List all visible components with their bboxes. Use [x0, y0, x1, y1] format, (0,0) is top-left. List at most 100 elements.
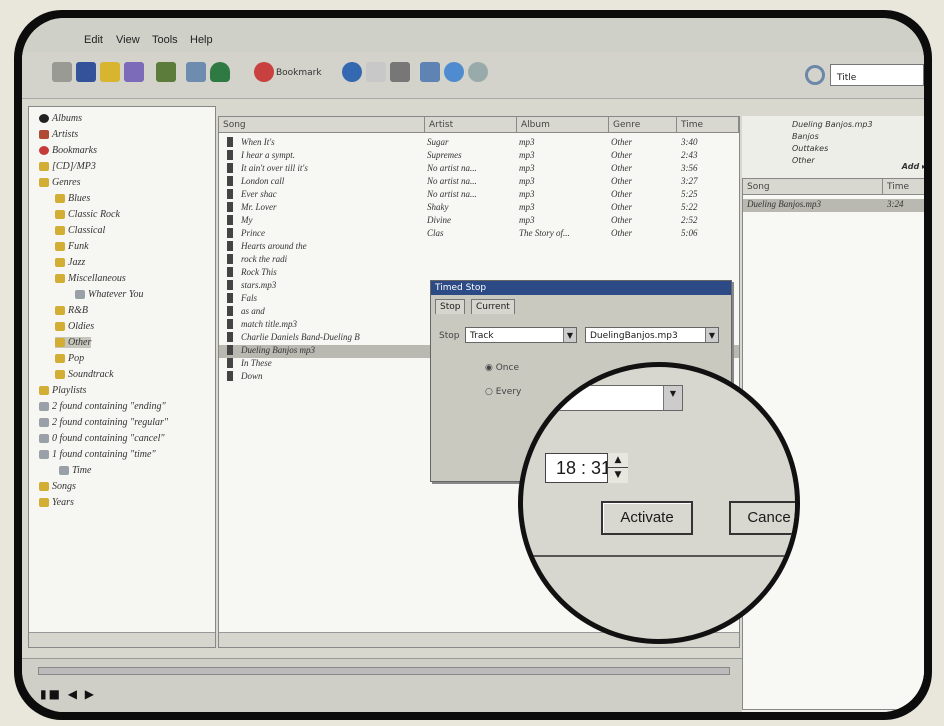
playlist-row[interactable]: Dueling Banjos.mp3 3:24	[743, 199, 924, 212]
time-spinner[interactable]: ▲ ▼	[607, 453, 628, 483]
column-header-genre[interactable]: Genre	[609, 117, 677, 133]
checkbox-icon[interactable]	[227, 332, 233, 342]
shield-icon[interactable]	[210, 62, 230, 82]
column-header-album[interactable]: Album	[517, 117, 609, 133]
stop-type-select[interactable]: Track ▼	[465, 327, 577, 343]
checkbox-icon[interactable]	[227, 371, 233, 381]
tree-item-rnb[interactable]: R&B	[55, 305, 88, 316]
tree-item-songs[interactable]: Songs	[39, 481, 76, 492]
table-row[interactable]: Mr. Lover Shaky mp3 Other 5:22	[219, 202, 739, 215]
table-row[interactable]: London call No artist na... mp3 Other 3:27	[219, 176, 739, 189]
menu-tools[interactable]: Tools	[152, 34, 178, 46]
heart-icon[interactable]	[254, 62, 274, 82]
search-box[interactable]: Title	[805, 64, 924, 86]
table-row[interactable]: I hear a sympt. Supremes mp3 Other 2:43	[219, 150, 739, 163]
activate-button[interactable]: Activate	[601, 501, 693, 535]
checkbox-icon[interactable]	[227, 163, 233, 173]
tree-item-soundtrack[interactable]: Soundtrack	[55, 369, 114, 380]
checkbox-icon[interactable]	[227, 358, 233, 368]
column-header-time[interactable]: Time	[677, 117, 739, 133]
tree-item-search-regular[interactable]: 2 found containing "regular"	[39, 417, 168, 428]
tree-item-oldies[interactable]: Oldies	[55, 321, 94, 332]
tree-item-search-ending[interactable]: 2 found containing "ending"	[39, 401, 166, 412]
checkbox-icon[interactable]	[227, 293, 233, 303]
tree-item-pop[interactable]: Pop	[55, 353, 84, 364]
radio-once[interactable]: ◉ Once	[485, 363, 519, 373]
table-row[interactable]: Prince Clas The Story of... Other 5:06	[219, 228, 739, 241]
menu-view[interactable]: View	[116, 34, 140, 46]
checkbox-icon[interactable]	[227, 280, 233, 290]
grid-icon[interactable]	[420, 62, 440, 82]
interval-select[interactable]: ▼	[553, 385, 683, 411]
checkbox-icon[interactable]	[227, 267, 233, 277]
checkbox-icon[interactable]	[227, 150, 233, 160]
spin-down-icon[interactable]: ▼	[608, 468, 628, 482]
tree-item-search-time[interactable]: 1 found containing "time"	[39, 449, 156, 460]
search-input[interactable]: Title	[831, 73, 856, 83]
cut-icon[interactable]	[390, 62, 410, 82]
bookmark-label[interactable]: Bookmark	[276, 68, 322, 78]
users-icon[interactable]	[124, 62, 144, 82]
spin-up-icon[interactable]: ▲	[608, 453, 628, 468]
tree-item-search-cancel[interactable]: 0 found containing "cancel"	[39, 433, 165, 444]
table-row[interactable]: When It's Sugar mp3 Other 3:40	[219, 137, 739, 150]
checkbox-icon[interactable]	[227, 241, 233, 251]
tree-item-playlists[interactable]: Playlists	[39, 385, 86, 396]
menu-edit[interactable]: Edit	[84, 34, 103, 46]
tab-stop[interactable]: Stop	[435, 299, 466, 314]
table-row[interactable]: My Divine mp3 Other 2:52	[219, 215, 739, 228]
table-row[interactable]: It ain't over till it's No artist na... mp…	[219, 163, 739, 176]
tree-item-cd[interactable]: [CD]/MP3	[39, 161, 96, 172]
cancel-button[interactable]: Cance	[729, 501, 795, 535]
table-row[interactable]: Hearts around the	[219, 241, 739, 254]
checkbox-icon[interactable]	[227, 306, 233, 316]
copy-icon[interactable]	[366, 62, 386, 82]
track-select[interactable]: DuelingBanjos.mp3 ▼	[585, 327, 719, 343]
checkbox-icon[interactable]	[227, 137, 233, 147]
tree-item-whatever-you[interactable]: Whatever You	[75, 289, 143, 300]
tree-item-years[interactable]: Years	[39, 497, 74, 508]
undo-icon[interactable]	[342, 62, 362, 82]
table-row[interactable]: rock the radi	[219, 254, 739, 267]
tree-item-jazz[interactable]: Jazz	[55, 257, 85, 268]
tree-item-funk[interactable]: Funk	[55, 241, 89, 252]
window-icon[interactable]	[186, 62, 206, 82]
folder-icon[interactable]	[100, 62, 120, 82]
playback-buttons[interactable]: ▮■ ◀ ▶	[40, 687, 96, 701]
refresh-icon[interactable]	[156, 62, 176, 82]
checkbox-icon[interactable]	[227, 215, 233, 225]
checkbox-icon[interactable]	[227, 176, 233, 186]
checkbox-icon[interactable]	[227, 189, 233, 199]
column-header-artist[interactable]: Artist	[425, 117, 517, 133]
tree-item-other[interactable]: Other	[55, 337, 92, 348]
table-row[interactable]: Ever shac No artist na... mp3 Other 5:25	[219, 189, 739, 202]
checkbox-icon[interactable]	[227, 254, 233, 264]
radio-every[interactable]: ○ Every	[485, 387, 521, 397]
checkbox-icon[interactable]	[227, 319, 233, 329]
checkbox-icon[interactable]	[227, 202, 233, 212]
new-icon[interactable]	[52, 62, 72, 82]
tab-current[interactable]: Current	[471, 299, 515, 314]
help-icon[interactable]	[444, 62, 464, 82]
settings-icon[interactable]	[468, 62, 488, 82]
column-header-time[interactable]: Time	[883, 179, 924, 195]
tree-item-classic-rock[interactable]: Classic Rock	[55, 209, 120, 220]
tree-item-artists[interactable]: Artists	[39, 129, 78, 140]
tree-item-albums[interactable]: Albums	[39, 113, 82, 124]
tree-item-genres[interactable]: Genres	[39, 177, 81, 188]
menu-help[interactable]: Help	[190, 34, 213, 46]
save-icon[interactable]	[76, 62, 96, 82]
table-row[interactable]: Rock This	[219, 267, 739, 280]
tree-scrollbar[interactable]	[29, 632, 215, 647]
tree-item-classical[interactable]: Classical	[55, 225, 105, 236]
column-header-song[interactable]: Song	[219, 117, 425, 133]
checkbox-icon[interactable]	[227, 228, 233, 238]
seek-bar[interactable]	[38, 667, 730, 675]
tree-item-bookmarks[interactable]: Bookmarks	[39, 145, 97, 156]
tree-item-time[interactable]: Time	[59, 465, 91, 476]
tree-item-blues[interactable]: Blues	[55, 193, 90, 204]
add-button[interactable]: Add ▸	[902, 162, 924, 171]
column-header-song[interactable]: Song	[743, 179, 883, 195]
checkbox-icon[interactable]	[227, 345, 233, 355]
tree-item-miscellaneous[interactable]: Miscellaneous	[55, 273, 126, 284]
